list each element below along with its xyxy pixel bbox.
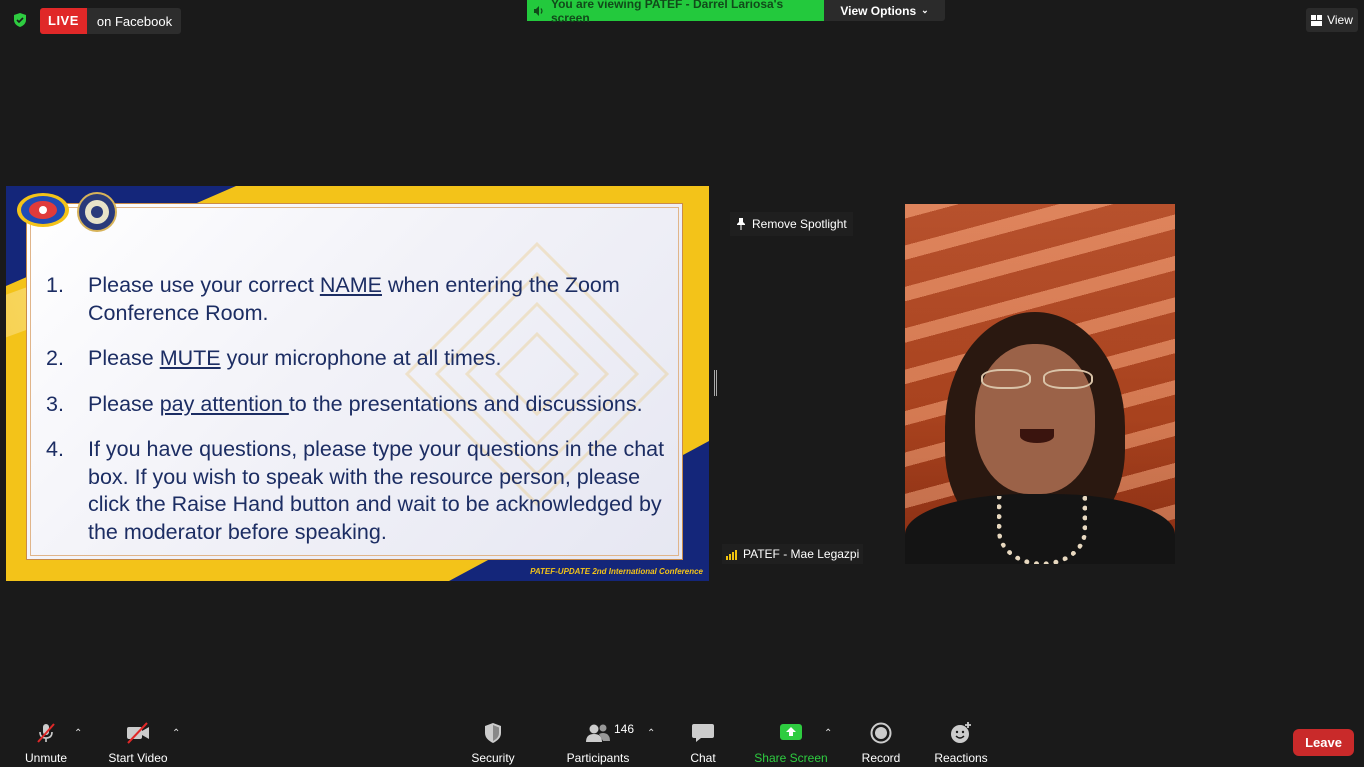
view-options-label: View Options <box>840 3 917 18</box>
screen-share-banner: You are viewing PATEF - Darrel Lariosa's… <box>527 0 824 25</box>
video-camera-off-icon <box>127 722 149 744</box>
reactions-label: Reactions <box>934 751 988 765</box>
grid-view-icon <box>1311 14 1323 26</box>
share-screen-label: Share Screen <box>754 751 828 765</box>
glasses <box>981 369 1093 391</box>
rule-item: 1. Please use your correct NAME when ent… <box>46 272 676 327</box>
participants-icon <box>586 724 610 742</box>
share-options-caret-icon[interactable]: ⌃ <box>824 728 832 739</box>
patef-logo-icon <box>17 193 69 227</box>
unmute-button[interactable]: Unmute <box>18 712 74 767</box>
record-label: Record <box>861 751 901 765</box>
view-layout-button[interactable]: View <box>1306 8 1358 32</box>
chat-button[interactable]: Chat <box>684 712 722 767</box>
leave-meeting-button[interactable]: Leave <box>1293 729 1354 756</box>
conference-footer: PATEF-UPDATE 2nd International Conferenc… <box>530 567 703 576</box>
start-video-button[interactable]: Start Video <box>106 712 170 767</box>
smiley-add-icon <box>951 722 971 743</box>
rule-emphasis: pay attention <box>159 391 289 416</box>
participants-options-caret-icon[interactable]: ⌃ <box>647 728 655 739</box>
rule-number: 2. <box>46 346 64 370</box>
rule-number: 4. <box>46 437 64 461</box>
meeting-toolbar: Unmute ⌃ Start Video ⌃ Security Particip… <box>0 712 1364 767</box>
rule-number: 3. <box>46 391 64 416</box>
video-options-caret-icon[interactable]: ⌃ <box>172 728 180 739</box>
view-layout-label: View <box>1327 13 1353 27</box>
rule-text: to the presentations and discussions. <box>288 391 643 416</box>
security-shield-icon[interactable] <box>12 12 28 28</box>
rule-text: your microphone at all times. <box>220 346 502 370</box>
rule-emphasis: MUTE <box>159 346 221 370</box>
participants-button[interactable]: Participants <box>564 712 632 767</box>
remove-spotlight-label: Remove Spotlight <box>752 217 847 231</box>
share-screen-arrow-icon <box>780 724 802 740</box>
university-seal-icon <box>77 192 117 232</box>
rule-item: 2. Please MUTE your microphone at all ti… <box>46 345 676 373</box>
security-button[interactable]: Security <box>466 712 520 767</box>
panel-resize-handle[interactable] <box>714 370 717 396</box>
rule-text: Please <box>88 391 160 416</box>
remove-spotlight-button[interactable]: Remove Spotlight <box>730 212 853 236</box>
reactions-button[interactable]: Reactions <box>930 712 992 767</box>
zoom-meeting-window: LIVE on Facebook You are viewing PATEF -… <box>0 0 1364 767</box>
rule-item: 3. Please pay attention to the presentat… <box>46 391 676 419</box>
participants-label: Participants <box>566 751 630 765</box>
security-label: Security <box>471 751 515 765</box>
chat-bubble-icon <box>692 724 714 742</box>
live-badge: LIVE <box>40 8 87 34</box>
chat-label: Chat <box>690 751 716 765</box>
live-platform-label: on Facebook <box>96 13 173 29</box>
pin-icon <box>737 218 745 230</box>
participant-video-tile[interactable] <box>905 204 1175 564</box>
speaker-icon <box>533 5 543 16</box>
screen-share-banner-text: You are viewing PATEF - Darrel Lariosa's… <box>550 0 784 25</box>
rule-emphasis: NAME <box>319 273 382 297</box>
rule-item: 4. If you have questions, please type yo… <box>46 436 676 546</box>
shared-screen-slide: 1. Please use your correct NAME when ent… <box>6 186 709 581</box>
audio-options-caret-icon[interactable]: ⌃ <box>74 728 82 739</box>
microphone-muted-icon <box>37 723 55 743</box>
start-video-label: Start Video <box>108 751 168 765</box>
share-screen-button[interactable]: Share Screen <box>753 712 829 767</box>
meeting-rules-list: 1. Please use your correct NAME when ent… <box>46 272 676 564</box>
shield-icon <box>485 723 501 743</box>
view-options-button[interactable]: View Options ⌄ <box>824 0 945 21</box>
organization-logos <box>16 192 120 232</box>
record-button[interactable]: Record <box>858 712 904 767</box>
connection-signal-icon <box>726 549 737 560</box>
record-icon <box>870 722 892 744</box>
unmute-label: Unmute <box>24 751 68 765</box>
chevron-down-icon: ⌄ <box>921 5 929 15</box>
rule-text: Please <box>88 346 160 370</box>
participants-count: 146 <box>614 722 635 736</box>
participant-name-tag: PATEF - Mae Legazpi <box>722 544 864 564</box>
participant-name: PATEF - Mae Legazpi <box>743 547 860 561</box>
live-stream-indicator[interactable]: LIVE on Facebook <box>40 8 182 34</box>
rule-text: Please use your correct <box>88 273 320 297</box>
rule-number: 1. <box>46 273 64 297</box>
rule-text: If you have questions, please type your … <box>88 437 665 544</box>
